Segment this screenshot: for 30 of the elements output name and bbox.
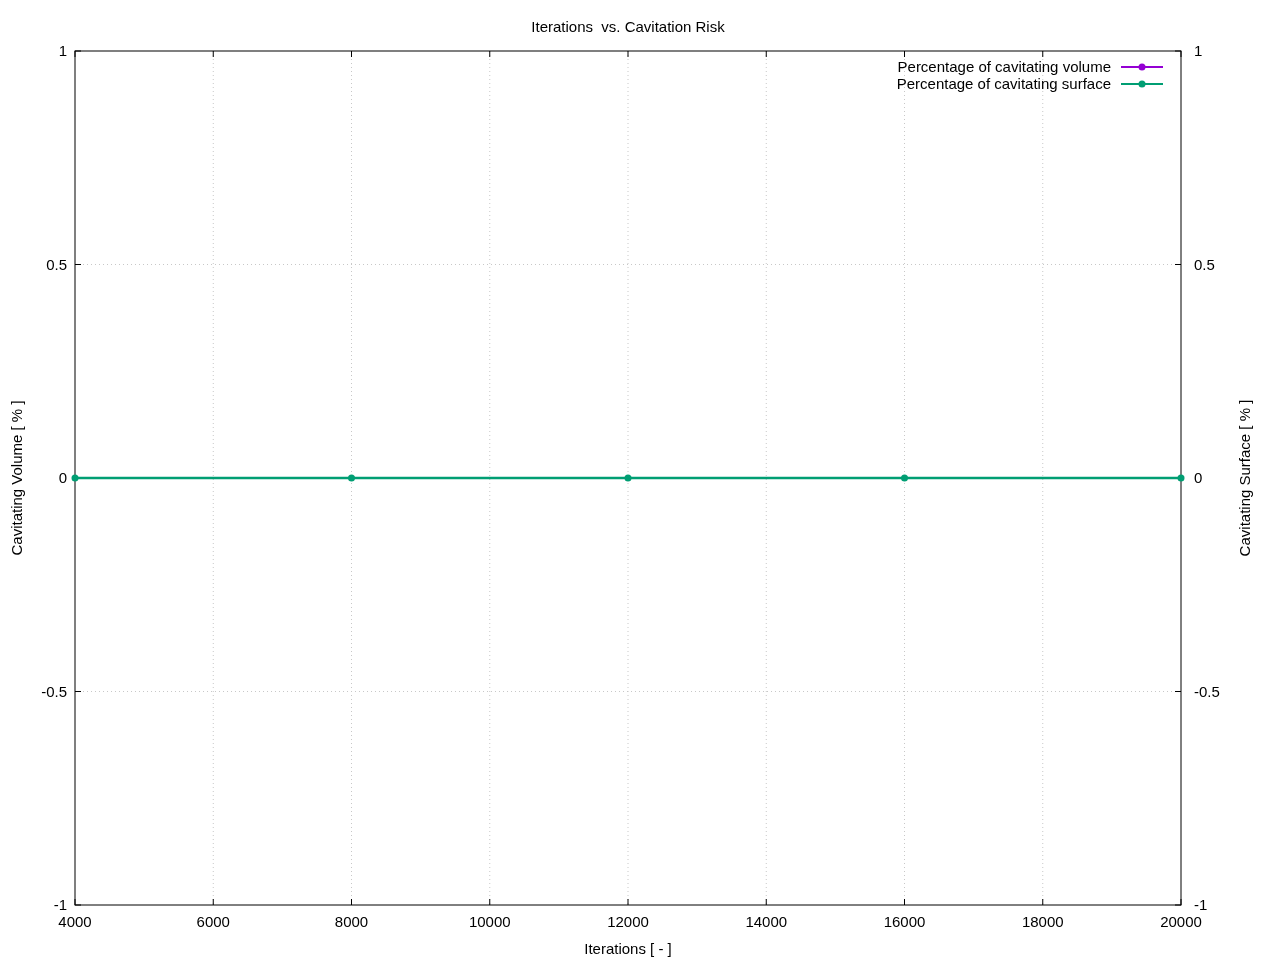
legend-label: Percentage of cavitating volume — [897, 58, 1111, 75]
tick-label: 20000 — [1160, 913, 1202, 930]
tick-label: 0.5 — [1194, 255, 1215, 273]
tick-label: 1 — [58, 42, 67, 59]
tick-label: 14000 — [745, 913, 788, 930]
tick-label: 0 — [58, 469, 67, 486]
tick-label: 1 — [1194, 42, 1203, 59]
tick-label: 16000 — [883, 913, 926, 930]
legend-label: Percentage of cavitating surface — [896, 75, 1111, 92]
data-point — [1177, 474, 1185, 482]
tick-label: -1 — [1194, 896, 1208, 913]
data-point — [901, 474, 908, 482]
tick-label: 10000 — [468, 913, 511, 930]
y2-axis-label: Cavitating Surface [ % ] — [1236, 399, 1253, 557]
tick-label: 4000 — [58, 913, 92, 930]
tick-label: 6000 — [196, 913, 230, 930]
tick-label: -0.5 — [41, 682, 67, 700]
data-point — [71, 474, 79, 482]
tick-label: 18000 — [1021, 913, 1064, 930]
chart-title: Iterations vs. Cavitation Risk — [531, 18, 725, 35]
data-point — [348, 474, 355, 482]
tick-label: 8000 — [334, 913, 369, 930]
tick-label: 0.5 — [46, 255, 67, 273]
y-axis-label: Cavitating Volume [ % ] — [8, 400, 25, 556]
x-axis-label: Iterations [ - ] — [584, 940, 672, 957]
tick-label: -1 — [53, 896, 67, 913]
tick-label: -0.5 — [1194, 682, 1220, 700]
tick-label: 12000 — [607, 913, 649, 930]
data-point — [624, 474, 632, 482]
tick-label: 0 — [1194, 469, 1203, 486]
